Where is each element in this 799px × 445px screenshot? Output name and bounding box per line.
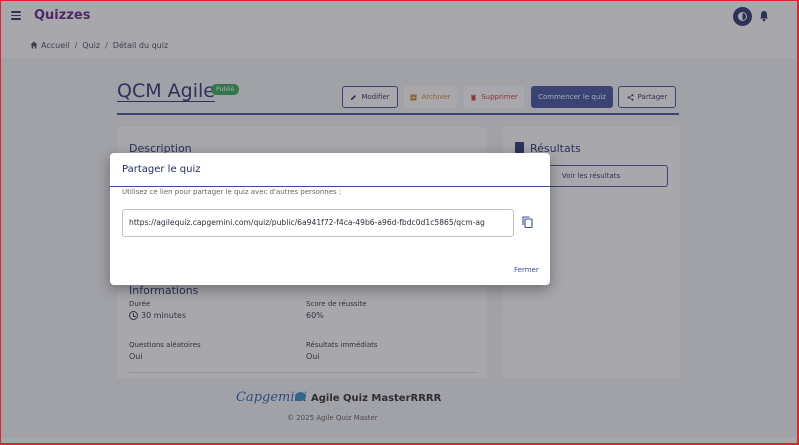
share-dialog: Partager le quiz Utilisez ce lien pour p… <box>110 153 550 285</box>
copy-icon[interactable] <box>522 216 533 228</box>
dialog-description: Utilisez ce lien pour partager le quiz a… <box>122 188 342 196</box>
close-button[interactable]: Fermer <box>514 266 539 274</box>
share-link-field[interactable]: https://agilequiz.capgemini.com/quiz/pub… <box>122 209 514 237</box>
dialog-title: Partager le quiz <box>122 164 201 175</box>
dialog-divider <box>110 186 550 187</box>
